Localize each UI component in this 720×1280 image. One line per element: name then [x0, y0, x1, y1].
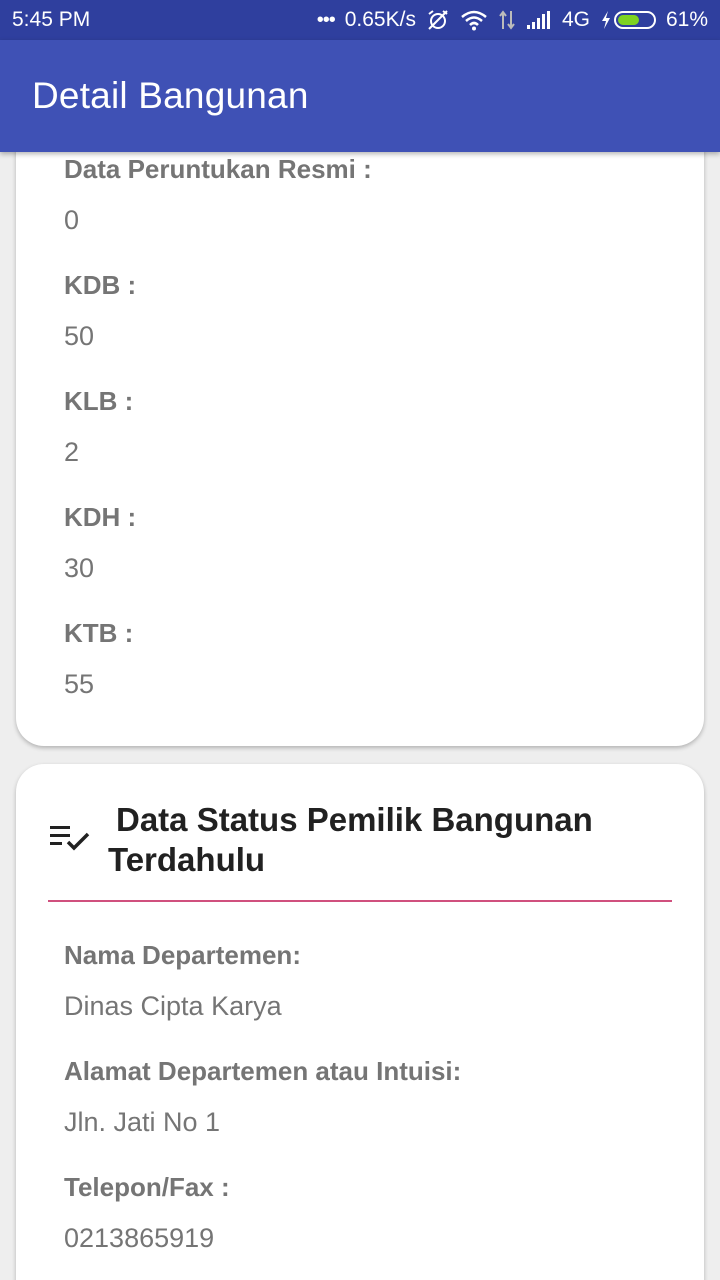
signal-icon — [526, 10, 552, 30]
section-header: Data Status Pemilik Bangunan Terdahulu — [48, 800, 672, 880]
field-telepon-fax: Telepon/Fax : 0213865919 — [64, 1172, 230, 1254]
status-time: 5:45 PM — [12, 8, 91, 31]
field-klb: KLB : 2 — [64, 386, 133, 468]
field-value: Dinas Cipta Karya — [64, 991, 282, 1021]
status-bar: 5:45 PM ••• 0.65K/s 4G 61% — [0, 0, 720, 40]
field-value: 55 — [64, 669, 95, 699]
checklist-icon — [48, 800, 108, 857]
field-ktb: KTB : 55 — [64, 618, 133, 700]
field-label: KLB : — [64, 386, 134, 416]
field-kdh: KDH : 30 — [64, 502, 136, 584]
field-nama-departemen: Nama Departemen: Dinas Cipta Karya — [64, 940, 301, 1022]
field-value: 30 — [64, 553, 95, 583]
status-icons: ••• 0.65K/s 4G 61% — [317, 8, 708, 32]
field-label: Telepon/Fax : — [64, 1172, 230, 1202]
app-bar: Detail Bangunan — [0, 40, 720, 152]
content-scroll[interactable]: Data Peruntukan Resmi : 0 KDB : 50 KLB :… — [0, 152, 720, 1280]
alarm-off-icon — [426, 8, 450, 32]
battery-level — [617, 15, 639, 25]
battery-icon — [613, 11, 656, 29]
battery — [600, 10, 656, 30]
field-label: Data Peruntukan Resmi : — [64, 154, 372, 184]
field-value: 0 — [64, 205, 80, 235]
field-label: KTB : — [64, 618, 134, 648]
wifi-icon — [460, 9, 488, 31]
field-value: 0213865919 — [64, 1223, 215, 1253]
field-label: KDH : — [64, 502, 137, 532]
field-value: 50 — [64, 321, 95, 351]
network-speed: 0.65K/s — [344, 8, 416, 31]
more-dots-icon: ••• — [316, 8, 336, 31]
page-title: Detail Bangunan — [32, 75, 309, 116]
field-alamat-departemen: Alamat Departemen atau Intuisi: Jln. Jat… — [64, 1056, 461, 1138]
field-kdb: KDB : 50 — [64, 270, 136, 352]
data-transfer-icon — [498, 9, 516, 31]
section-title: Data Status Pemilik Bangunan Terdahulu — [108, 801, 593, 878]
previous-owner-card: Data Status Pemilik Bangunan Terdahulu N… — [16, 764, 704, 1280]
building-detail-card: Data Peruntukan Resmi : 0 KDB : 50 KLB :… — [16, 152, 704, 746]
field-label: KDB : — [64, 270, 137, 300]
field-data-peruntukan-resmi: Data Peruntukan Resmi : 0 — [64, 154, 372, 236]
field-value: Jln. Jati No 1 — [64, 1107, 221, 1137]
network-type: 4G — [561, 8, 590, 31]
charging-bolt-icon — [601, 11, 610, 29]
field-label: Alamat Departemen atau Intuisi: — [64, 1056, 462, 1086]
battery-percent: 61% — [665, 8, 708, 31]
field-value: 2 — [64, 437, 80, 467]
field-label: Nama Departemen: — [64, 940, 301, 970]
section-divider — [48, 900, 672, 902]
